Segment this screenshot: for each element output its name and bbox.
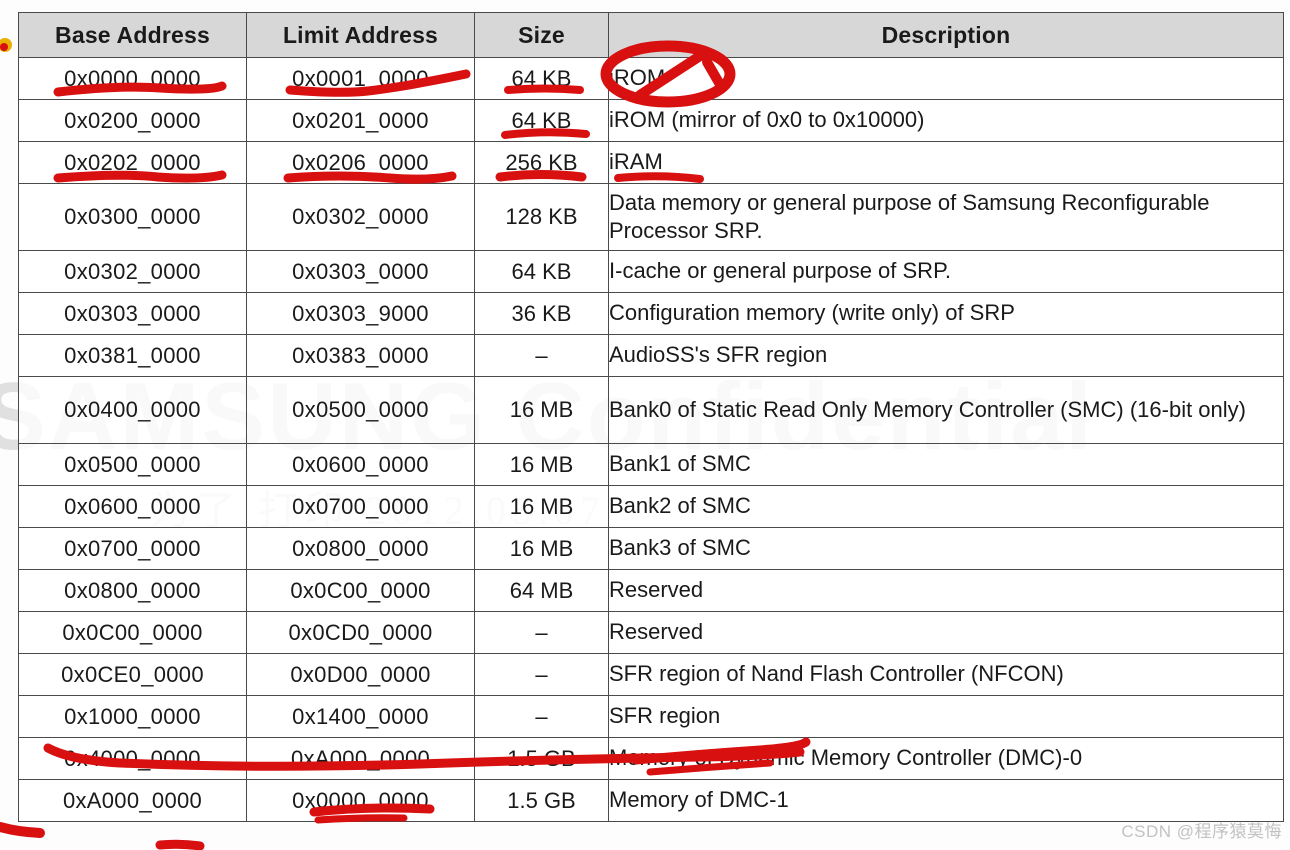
dot-left-margin [0, 38, 12, 52]
table-row: 0x0800_0000 0x0C00_0000 64 MB Reserved [18, 569, 1284, 612]
cell-limit-address: 0x0303_0000 [246, 250, 475, 293]
column-header-limit-address: Limit Address [246, 12, 475, 58]
table-row: 0x0700_0000 0x0800_0000 16 MB Bank3 of S… [18, 527, 1284, 570]
cell-limit-address: 0x0001_0000 [246, 57, 475, 100]
cell-size: 64 KB [474, 99, 609, 142]
cell-limit-address: 0x1400_0000 [246, 695, 475, 738]
cell-description: Reserved [608, 569, 1284, 612]
cell-limit-address: 0x0302_0000 [246, 183, 475, 251]
cell-size: 16 MB [474, 485, 609, 528]
cell-limit-address: 0x0500_0000 [246, 376, 475, 444]
cell-limit-address: 0x0000_0000 [246, 779, 475, 822]
cell-size: 64 KB [474, 250, 609, 293]
table-row: 0x0303_0000 0x0303_9000 36 KB Configurat… [18, 292, 1284, 335]
cell-base-address: 0x0300_0000 [18, 183, 247, 251]
cell-description: SFR region [608, 695, 1284, 738]
cell-limit-address: 0x0303_9000 [246, 292, 475, 335]
cell-description: iROM [608, 57, 1284, 100]
cell-limit-address: 0x0700_0000 [246, 485, 475, 528]
cell-base-address: 0x0303_0000 [18, 292, 247, 335]
cell-description: I-cache or general purpose of SRP. [608, 250, 1284, 293]
cell-description: Bank1 of SMC [608, 443, 1284, 486]
cell-size: 16 MB [474, 527, 609, 570]
cell-size: 64 MB [474, 569, 609, 612]
table-row: 0x0381_0000 0x0383_0000 – AudioSS's SFR … [18, 334, 1284, 377]
cell-base-address: 0x0000_0000 [18, 57, 247, 100]
cell-size: 1.5 GB [474, 737, 609, 780]
cell-base-address: 0x1000_0000 [18, 695, 247, 738]
cell-description: Bank3 of SMC [608, 527, 1284, 570]
cell-base-address: 0x0500_0000 [18, 443, 247, 486]
cell-base-address: 0x0202_0000 [18, 141, 247, 184]
table-row: 0x0400_0000 0x0500_0000 16 MB Bank0 of S… [18, 376, 1284, 444]
csdn-watermark: CSDN @程序猿莫悔 [1121, 822, 1282, 841]
table-row: 0x0000_0000 0x0001_0000 64 KB iROM [18, 57, 1284, 100]
column-header-description: Description [608, 12, 1284, 58]
cell-size: 256 KB [474, 141, 609, 184]
cell-size: 64 KB [474, 57, 609, 100]
table-row: 0x0300_0000 0x0302_0000 128 KB Data memo… [18, 183, 1284, 251]
cell-limit-address: 0x0CD0_0000 [246, 611, 475, 654]
cell-size: 36 KB [474, 292, 609, 335]
cell-description: iRAM [608, 141, 1284, 184]
cell-limit-address: 0x0D00_0000 [246, 653, 475, 696]
table-row: 0x4000_0000 0xA000_0000 1.5 GB Memory of… [18, 737, 1284, 780]
table-row: 0x0C00_0000 0x0CD0_0000 – Reserved [18, 611, 1284, 654]
cell-base-address: 0x0302_0000 [18, 250, 247, 293]
table-body: 0x0000_0000 0x0001_0000 64 KB iROM 0x020… [18, 57, 1284, 822]
cell-size: 16 MB [474, 443, 609, 486]
cell-base-address: 0xA000_0000 [18, 779, 247, 822]
cell-base-address: 0x0700_0000 [18, 527, 247, 570]
cell-limit-address: 0x0800_0000 [246, 527, 475, 570]
column-header-base-address: Base Address [18, 12, 247, 58]
stroke-bottom-left-margin [0, 822, 45, 838]
cell-limit-address: 0x0C00_0000 [246, 569, 475, 612]
cell-base-address: 0x0C00_0000 [18, 611, 247, 654]
cell-base-address: 0x0200_0000 [18, 99, 247, 142]
cell-base-address: 0x0381_0000 [18, 334, 247, 377]
cell-size: – [474, 653, 609, 696]
table-row: 0x1000_0000 0x1400_0000 – SFR region [18, 695, 1284, 738]
cell-size: 128 KB [474, 183, 609, 251]
cell-size: – [474, 695, 609, 738]
cell-size: 16 MB [474, 376, 609, 444]
cell-limit-address: 0x0383_0000 [246, 334, 475, 377]
cell-description: AudioSS's SFR region [608, 334, 1284, 377]
cell-description: Memory of DMC-1 [608, 779, 1284, 822]
cell-limit-address: 0x0600_0000 [246, 443, 475, 486]
cell-base-address: 0x0600_0000 [18, 485, 247, 528]
table-row: 0x0302_0000 0x0303_0000 64 KB I-cache or… [18, 250, 1284, 293]
cell-description: iROM (mirror of 0x0 to 0x10000) [608, 99, 1284, 142]
cell-limit-address: 0x0201_0000 [246, 99, 475, 142]
cell-base-address: 0x0400_0000 [18, 376, 247, 444]
table-row: 0x0202_0000 0x0206_0000 256 KB iRAM [18, 141, 1284, 184]
cell-base-address: 0x0CE0_0000 [18, 653, 247, 696]
table-header-row: Base Address Limit Address Size Descript… [18, 12, 1284, 58]
table-row: 0x0600_0000 0x0700_0000 16 MB Bank2 of S… [18, 485, 1284, 528]
scanned-page: SAMSUNG Confidential 为了 打印 2012.05.07 Ba… [0, 0, 1290, 850]
cell-limit-address: 0x0206_0000 [246, 141, 475, 184]
table-row: 0x0500_0000 0x0600_0000 16 MB Bank1 of S… [18, 443, 1284, 486]
cell-description: SFR region of Nand Flash Controller (NFC… [608, 653, 1284, 696]
cell-size: – [474, 611, 609, 654]
cell-description: Configuration memory (write only) of SRP [608, 292, 1284, 335]
stroke-bottom-center [155, 839, 205, 850]
memory-map-table-wrapper: Base Address Limit Address Size Descript… [18, 12, 1284, 822]
column-header-size: Size [474, 12, 609, 58]
table-row: 0x0200_0000 0x0201_0000 64 KB iROM (mirr… [18, 99, 1284, 142]
table-row: 0x0CE0_0000 0x0D00_0000 – SFR region of … [18, 653, 1284, 696]
cell-description: Data memory or general purpose of Samsun… [608, 183, 1284, 251]
cell-description: Reserved [608, 611, 1284, 654]
cell-description: Bank2 of SMC [608, 485, 1284, 528]
cell-description: Memory of Dynamic Memory Controller (DMC… [608, 737, 1284, 780]
memory-map-table: Base Address Limit Address Size Descript… [18, 12, 1284, 822]
cell-base-address: 0x0800_0000 [18, 569, 247, 612]
cell-size: – [474, 334, 609, 377]
cell-description: Bank0 of Static Read Only Memory Control… [608, 376, 1284, 444]
table-row: 0xA000_0000 0x0000_0000 1.5 GB Memory of… [18, 779, 1284, 822]
cell-size: 1.5 GB [474, 779, 609, 822]
cell-base-address: 0x4000_0000 [18, 737, 247, 780]
cell-limit-address: 0xA000_0000 [246, 737, 475, 780]
